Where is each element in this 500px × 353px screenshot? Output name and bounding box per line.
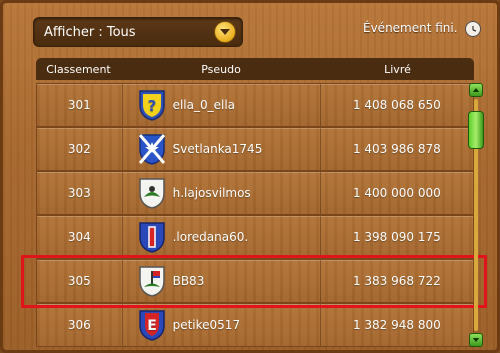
yellow-question-shield-icon: ? (137, 89, 167, 121)
rank-cell: 306 (67, 318, 91, 332)
clock-icon (465, 21, 481, 37)
pseudo-cell: .loredana60. (121, 216, 321, 258)
rank-cell: 304 (67, 230, 91, 244)
rank-cell: 302 (67, 142, 91, 156)
scroll-down-icon[interactable] (469, 333, 483, 347)
event-status: Événement fini. (363, 21, 458, 35)
table-row[interactable]: 304 .loredana60. 1 398 090 175 (36, 215, 474, 259)
svg-text:?: ? (147, 97, 156, 115)
pseudo-label: Svetlanka1745 (172, 142, 263, 156)
scrollbar[interactable] (465, 81, 487, 349)
pseudo-label: BB83 (172, 274, 205, 288)
leaderboard-panel: Afficher : Tous Événement fini. Classeme… (0, 0, 500, 353)
filter-label: Afficher : Tous (44, 24, 136, 40)
table-row[interactable]: 302 Svetlanka1745 1 403 986 878 (36, 127, 474, 171)
chevron-down-icon[interactable] (214, 21, 236, 43)
pseudo-label: .loredana60. (172, 230, 249, 244)
delivered-cell: 1 383 968 722 (352, 274, 441, 288)
pseudo-cell: E petike0517 (121, 304, 321, 346)
scroll-up-icon[interactable] (469, 83, 483, 97)
pseudo-cell: ? ella_0_ella (121, 84, 321, 126)
rank-cell: 305 (67, 274, 91, 288)
scroll-thumb[interactable] (468, 111, 484, 149)
white-flag-shield-icon (137, 265, 167, 297)
delivered-cell: 1 400 000 000 (352, 186, 441, 200)
delivered-cell: 1 403 986 878 (352, 142, 441, 156)
filter-dropdown[interactable]: Afficher : Tous (33, 17, 243, 47)
pseudo-cell: BB83 (121, 260, 321, 302)
white-bird-shield-icon (137, 177, 167, 209)
table-row[interactable]: 305 BB83 1 383 968 722 (36, 259, 474, 303)
pseudo-cell: h.lajosvilmos (121, 172, 321, 214)
delivered-cell: 1 398 090 175 (352, 230, 441, 244)
rank-cell: 303 (67, 186, 91, 200)
delivered-cell: 1 408 068 650 (352, 98, 441, 112)
column-header-pseudo: Pseudo (201, 62, 241, 76)
table-row[interactable]: 301 ? ella_0_ella 1 408 068 650 (36, 83, 474, 127)
blue-red-bar-shield-icon (137, 221, 167, 253)
column-header-rank: Classement (46, 62, 111, 76)
blue-star-shield-icon (137, 133, 167, 165)
column-header-delivered: Livré (384, 62, 411, 76)
rank-cell: 301 (67, 98, 91, 112)
pseudo-label: ella_0_ella (172, 98, 236, 112)
table-row[interactable]: 303 h.lajosvilmos 1 400 000 000 (36, 171, 474, 215)
pseudo-label: h.lajosvilmos (172, 186, 251, 200)
red-e-shield-icon: E (137, 309, 167, 341)
pseudo-cell: Svetlanka1745 (121, 128, 321, 170)
pseudo-label: petike0517 (172, 318, 241, 332)
delivered-cell: 1 382 948 800 (352, 318, 441, 332)
ranking-list: 301 ? ella_0_ella 1 408 068 650 302 Svet… (36, 81, 474, 353)
table-row[interactable]: 306 E petike0517 1 382 948 800 (36, 303, 474, 347)
svg-text:E: E (147, 318, 157, 334)
table-header: Classement Pseudo Livré (36, 58, 474, 80)
